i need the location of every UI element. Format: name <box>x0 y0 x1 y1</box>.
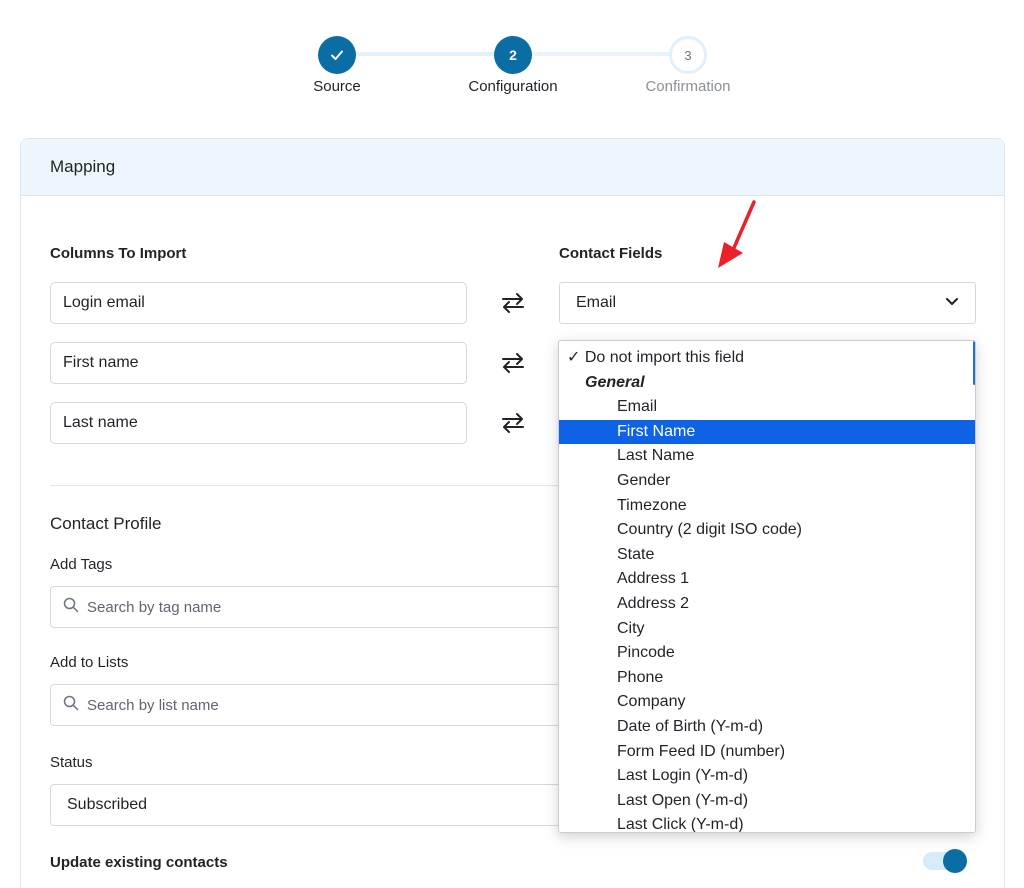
import-stepper: Source 2 Configuration 3 Confirmation <box>0 0 1024 120</box>
column-value: Login email <box>63 294 145 311</box>
dropdown-option[interactable]: Last Login (Y-m-d) <box>559 764 975 789</box>
fields-heading: Contact Fields <box>559 245 663 262</box>
add-lists-label: Add to Lists <box>50 654 129 671</box>
swap-arrows-icon <box>499 291 527 315</box>
dropdown-option[interactable]: Country (2 digit ISO code) <box>559 518 975 543</box>
dropdown-option[interactable]: Date of Birth (Y-m-d) <box>559 715 975 740</box>
swap-arrows-icon <box>499 351 527 375</box>
dropdown-option[interactable]: Gender <box>559 469 975 494</box>
dropdown-option[interactable]: Last Click (Y-m-d) <box>559 813 975 832</box>
update-existing-label: Update existing contacts <box>50 854 228 871</box>
dropdown-option[interactable]: Phone <box>559 666 975 691</box>
list-search-input[interactable]: Search by list name <box>50 684 570 726</box>
step-number: 3 <box>669 36 707 74</box>
step-label: Configuration <box>468 78 558 95</box>
dropdown-option[interactable]: Last Open (Y-m-d) <box>559 789 975 814</box>
step-number: 2 <box>494 36 532 74</box>
dropdown-option[interactable]: City <box>559 617 975 642</box>
search-icon <box>63 597 79 617</box>
check-icon <box>318 36 356 74</box>
dropdown-option[interactable]: Form Feed ID (number) <box>559 740 975 765</box>
option-do-not-import[interactable]: ✓ Do not import this field <box>559 346 975 371</box>
toggle-knob <box>943 849 967 873</box>
column-field[interactable]: First name <box>50 342 467 384</box>
list-search-placeholder: Search by list name <box>87 696 219 714</box>
option-list: Email First Name Last Name Gender Timezone Co… <box>559 395 975 832</box>
column-field[interactable]: Last name <box>50 402 467 444</box>
step-configuration[interactable]: 2 Configuration <box>443 36 583 95</box>
status-value: Subscribed <box>67 796 148 813</box>
contact-field-select[interactable]: Email <box>559 282 976 324</box>
select-value: Email <box>576 294 617 311</box>
tag-search-placeholder: Search by tag name <box>87 598 222 616</box>
step-label: Source <box>313 78 361 95</box>
dropdown-option[interactable]: State <box>559 543 975 568</box>
dropdown-option[interactable]: Pincode <box>559 641 975 666</box>
columns-heading: Columns To Import <box>50 245 187 262</box>
tag-search-input[interactable]: Search by tag name <box>50 586 570 628</box>
focus-ring <box>973 341 975 385</box>
search-icon <box>63 695 79 715</box>
column-value: First name <box>63 354 139 371</box>
dropdown-option[interactable]: Address 1 <box>559 567 975 592</box>
dropdown-option[interactable]: Email <box>559 395 975 420</box>
step-label: Confirmation <box>645 78 731 95</box>
dropdown-option[interactable]: Last Name <box>559 444 975 469</box>
step-confirmation[interactable]: 3 Confirmation <box>618 36 758 95</box>
option-group-general: General <box>585 373 645 391</box>
column-value: Last name <box>63 414 138 431</box>
annotation-arrow-icon <box>718 200 756 268</box>
card-title: Mapping <box>50 157 116 176</box>
dropdown-option[interactable]: First Name <box>559 419 975 445</box>
status-label: Status <box>50 754 93 771</box>
update-existing-toggle[interactable] <box>923 849 967 873</box>
dropdown-option[interactable]: Company <box>559 690 975 715</box>
contact-profile-title: Contact Profile <box>50 514 162 533</box>
dropdown-option[interactable]: Address 2 <box>559 592 975 617</box>
section-divider <box>50 485 560 486</box>
add-tags-label: Add Tags <box>50 556 113 573</box>
dropdown-option[interactable]: Timezone <box>559 494 975 519</box>
card-header: Mapping <box>21 139 1004 196</box>
chevron-down-icon <box>945 294 959 312</box>
step-source[interactable]: Source <box>267 36 407 95</box>
contact-field-dropdown[interactable]: ✓ Do not import this field General Email… <box>558 340 976 833</box>
column-field[interactable]: Login email <box>50 282 467 324</box>
swap-arrows-icon <box>499 411 527 435</box>
